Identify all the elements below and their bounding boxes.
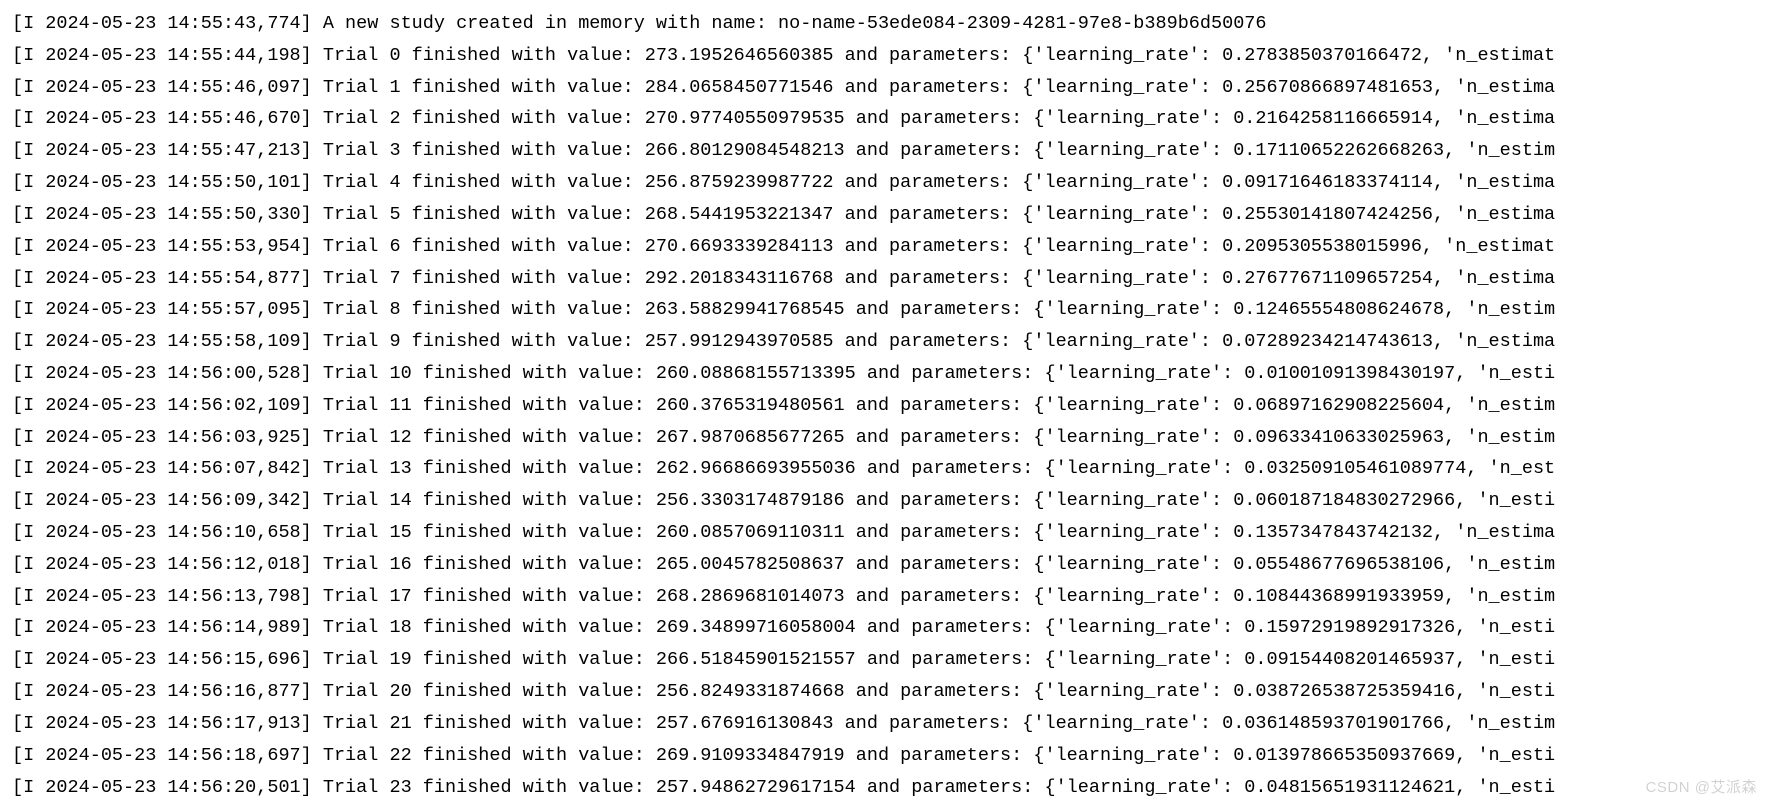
log-line-trial: [I 2024-05-23 14:55:53,954] Trial 6 fini… bbox=[12, 231, 1763, 263]
console-log-output: [I 2024-05-23 14:55:43,774] A new study … bbox=[12, 8, 1763, 803]
log-line-trial: [I 2024-05-23 14:56:18,697] Trial 22 fin… bbox=[12, 740, 1763, 772]
log-line-trial: [I 2024-05-23 14:55:46,670] Trial 2 fini… bbox=[12, 103, 1763, 135]
log-line-trial: [I 2024-05-23 14:55:54,877] Trial 7 fini… bbox=[12, 263, 1763, 295]
log-line-trial: [I 2024-05-23 14:56:03,925] Trial 12 fin… bbox=[12, 422, 1763, 454]
log-line-trial: [I 2024-05-23 14:55:46,097] Trial 1 fini… bbox=[12, 72, 1763, 104]
log-line-trial: [I 2024-05-23 14:56:07,842] Trial 13 fin… bbox=[12, 453, 1763, 485]
log-line-trial: [I 2024-05-23 14:55:57,095] Trial 8 fini… bbox=[12, 294, 1763, 326]
log-line-trial: [I 2024-05-23 14:56:13,798] Trial 17 fin… bbox=[12, 581, 1763, 613]
log-line-trial: [I 2024-05-23 14:56:09,342] Trial 14 fin… bbox=[12, 485, 1763, 517]
log-line-trial: [I 2024-05-23 14:56:02,109] Trial 11 fin… bbox=[12, 390, 1763, 422]
log-line-study-created: [I 2024-05-23 14:55:43,774] A new study … bbox=[12, 8, 1763, 40]
log-line-trial: [I 2024-05-23 14:56:10,658] Trial 15 fin… bbox=[12, 517, 1763, 549]
log-line-trial: [I 2024-05-23 14:55:47,213] Trial 3 fini… bbox=[12, 135, 1763, 167]
log-line-trial: [I 2024-05-23 14:55:44,198] Trial 0 fini… bbox=[12, 40, 1763, 72]
log-line-trial: [I 2024-05-23 14:56:20,501] Trial 23 fin… bbox=[12, 772, 1763, 804]
log-line-trial: [I 2024-05-23 14:56:00,528] Trial 10 fin… bbox=[12, 358, 1763, 390]
log-line-trial: [I 2024-05-23 14:56:12,018] Trial 16 fin… bbox=[12, 549, 1763, 581]
log-line-trial: [I 2024-05-23 14:56:16,877] Trial 20 fin… bbox=[12, 676, 1763, 708]
log-line-trial: [I 2024-05-23 14:56:15,696] Trial 19 fin… bbox=[12, 644, 1763, 676]
log-line-trial: [I 2024-05-23 14:55:58,109] Trial 9 fini… bbox=[12, 326, 1763, 358]
log-line-trial: [I 2024-05-23 14:56:14,989] Trial 18 fin… bbox=[12, 612, 1763, 644]
log-line-trial: [I 2024-05-23 14:55:50,330] Trial 5 fini… bbox=[12, 199, 1763, 231]
log-line-trial: [I 2024-05-23 14:55:50,101] Trial 4 fini… bbox=[12, 167, 1763, 199]
log-line-trial: [I 2024-05-23 14:56:17,913] Trial 21 fin… bbox=[12, 708, 1763, 740]
watermark: CSDN @艾派森 bbox=[1646, 775, 1757, 801]
